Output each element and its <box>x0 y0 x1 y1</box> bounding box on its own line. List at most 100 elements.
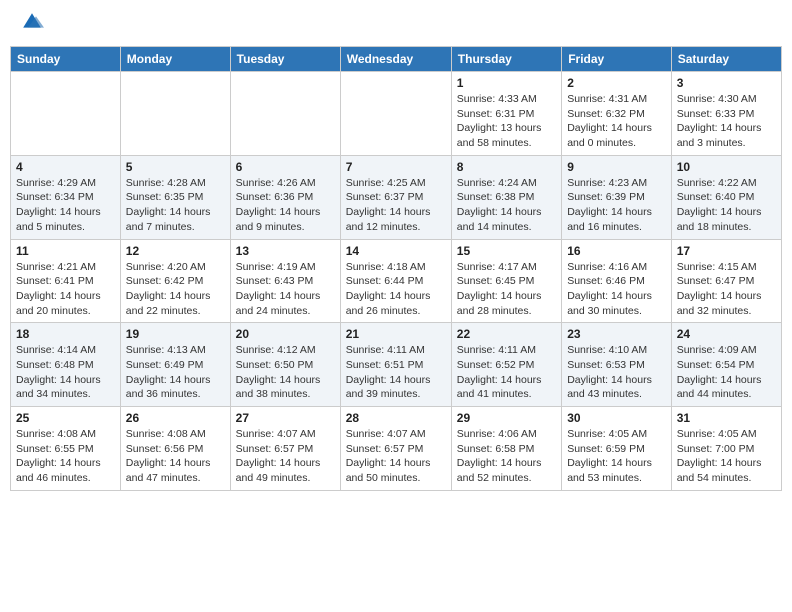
day-info: Sunrise: 4:20 AM Sunset: 6:42 PM Dayligh… <box>126 260 225 319</box>
calendar-cell: 31 Sunrise: 4:05 AM Sunset: 7:00 PM Dayli… <box>671 407 781 491</box>
calendar-cell: 3 Sunrise: 4:30 AM Sunset: 6:33 PM Daylig… <box>671 72 781 156</box>
day-number: 11 <box>16 244 115 258</box>
day-info: Sunrise: 4:07 AM Sunset: 6:57 PM Dayligh… <box>236 427 335 486</box>
calendar-cell: 2 Sunrise: 4:31 AM Sunset: 6:32 PM Daylig… <box>562 72 672 156</box>
day-number: 29 <box>457 411 556 425</box>
day-info: Sunrise: 4:31 AM Sunset: 6:32 PM Dayligh… <box>567 92 666 151</box>
day-number: 10 <box>677 160 776 174</box>
calendar-cell: 4 Sunrise: 4:29 AM Sunset: 6:34 PM Daylig… <box>11 155 121 239</box>
day-info: Sunrise: 4:08 AM Sunset: 6:55 PM Dayligh… <box>16 427 115 486</box>
logo <box>18 14 44 34</box>
calendar-cell: 27 Sunrise: 4:07 AM Sunset: 6:57 PM Dayli… <box>230 407 340 491</box>
calendar-cell: 8 Sunrise: 4:24 AM Sunset: 6:38 PM Daylig… <box>451 155 561 239</box>
weekday-header-cell: Saturday <box>671 47 781 72</box>
calendar-week-row: 1Sunrise: 4:33 AM Sunset: 6:31 PM Daylig… <box>11 72 782 156</box>
day-number: 5 <box>126 160 225 174</box>
calendar-cell: 5Sunrise: 4:28 AM Sunset: 6:35 PM Daylig… <box>120 155 230 239</box>
day-number: 20 <box>236 327 335 341</box>
calendar-week-row: 25 Sunrise: 4:08 AM Sunset: 6:55 PM Dayli… <box>11 407 782 491</box>
day-info: Sunrise: 4:13 AM Sunset: 6:49 PM Dayligh… <box>126 343 225 402</box>
calendar-cell: 18 Sunrise: 4:14 AM Sunset: 6:48 PM Dayli… <box>11 323 121 407</box>
day-info: Sunrise: 4:15 AM Sunset: 6:47 PM Dayligh… <box>677 260 776 319</box>
day-number: 21 <box>346 327 446 341</box>
day-number: 4 <box>16 160 115 174</box>
calendar-cell: 20 Sunrise: 4:12 AM Sunset: 6:50 PM Dayli… <box>230 323 340 407</box>
calendar-cell <box>11 72 121 156</box>
calendar-cell: 13 Sunrise: 4:19 AM Sunset: 6:43 PM Dayli… <box>230 239 340 323</box>
day-info: Sunrise: 4:23 AM Sunset: 6:39 PM Dayligh… <box>567 176 666 235</box>
day-number: 14 <box>346 244 446 258</box>
day-info: Sunrise: 4:19 AM Sunset: 6:43 PM Dayligh… <box>236 260 335 319</box>
day-info: Sunrise: 4:09 AM Sunset: 6:54 PM Dayligh… <box>677 343 776 402</box>
day-number: 18 <box>16 327 115 341</box>
day-info: Sunrise: 4:24 AM Sunset: 6:38 PM Dayligh… <box>457 176 556 235</box>
day-number: 12 <box>126 244 225 258</box>
calendar-cell <box>120 72 230 156</box>
day-info: Sunrise: 4:12 AM Sunset: 6:50 PM Dayligh… <box>236 343 335 402</box>
calendar-cell: 24 Sunrise: 4:09 AM Sunset: 6:54 PM Dayli… <box>671 323 781 407</box>
calendar-cell: 14Sunrise: 4:18 AM Sunset: 6:44 PM Dayli… <box>340 239 451 323</box>
calendar-cell: 19 Sunrise: 4:13 AM Sunset: 6:49 PM Dayli… <box>120 323 230 407</box>
weekday-header-cell: Monday <box>120 47 230 72</box>
day-info: Sunrise: 4:06 AM Sunset: 6:58 PM Dayligh… <box>457 427 556 486</box>
calendar-cell <box>230 72 340 156</box>
calendar-cell: 30 Sunrise: 4:05 AM Sunset: 6:59 PM Dayli… <box>562 407 672 491</box>
day-info: Sunrise: 4:14 AM Sunset: 6:48 PM Dayligh… <box>16 343 115 402</box>
day-info: Sunrise: 4:17 AM Sunset: 6:45 PM Dayligh… <box>457 260 556 319</box>
calendar-cell: 25 Sunrise: 4:08 AM Sunset: 6:55 PM Dayli… <box>11 407 121 491</box>
day-number: 2 <box>567 76 666 90</box>
calendar-table: SundayMondayTuesdayWednesdayThursdayFrid… <box>10 46 782 491</box>
day-number: 27 <box>236 411 335 425</box>
day-number: 24 <box>677 327 776 341</box>
day-info: Sunrise: 4:26 AM Sunset: 6:36 PM Dayligh… <box>236 176 335 235</box>
day-number: 17 <box>677 244 776 258</box>
day-number: 9 <box>567 160 666 174</box>
day-number: 30 <box>567 411 666 425</box>
day-info: Sunrise: 4:16 AM Sunset: 6:46 PM Dayligh… <box>567 260 666 319</box>
calendar-cell: 7 Sunrise: 4:25 AM Sunset: 6:37 PM Daylig… <box>340 155 451 239</box>
day-number: 3 <box>677 76 776 90</box>
day-number: 6 <box>236 160 335 174</box>
day-number: 23 <box>567 327 666 341</box>
day-number: 7 <box>346 160 446 174</box>
calendar-cell: 12 Sunrise: 4:20 AM Sunset: 6:42 PM Dayli… <box>120 239 230 323</box>
calendar-cell: 21Sunrise: 4:11 AM Sunset: 6:51 PM Dayli… <box>340 323 451 407</box>
day-info: Sunrise: 4:11 AM Sunset: 6:52 PM Dayligh… <box>457 343 556 402</box>
day-number: 1 <box>457 76 556 90</box>
calendar-cell: 28 Sunrise: 4:07 AM Sunset: 6:57 PM Dayli… <box>340 407 451 491</box>
weekday-header-cell: Friday <box>562 47 672 72</box>
calendar-week-row: 4 Sunrise: 4:29 AM Sunset: 6:34 PM Daylig… <box>11 155 782 239</box>
weekday-header-row: SundayMondayTuesdayWednesdayThursdayFrid… <box>11 47 782 72</box>
calendar-week-row: 18 Sunrise: 4:14 AM Sunset: 6:48 PM Dayli… <box>11 323 782 407</box>
calendar-cell: 9 Sunrise: 4:23 AM Sunset: 6:39 PM Daylig… <box>562 155 672 239</box>
day-number: 31 <box>677 411 776 425</box>
day-info: Sunrise: 4:05 AM Sunset: 7:00 PM Dayligh… <box>677 427 776 486</box>
day-info: Sunrise: 4:22 AM Sunset: 6:40 PM Dayligh… <box>677 176 776 235</box>
day-info: Sunrise: 4:05 AM Sunset: 6:59 PM Dayligh… <box>567 427 666 486</box>
weekday-header-cell: Thursday <box>451 47 561 72</box>
calendar-cell <box>340 72 451 156</box>
day-number: 13 <box>236 244 335 258</box>
calendar-cell: 22 Sunrise: 4:11 AM Sunset: 6:52 PM Dayli… <box>451 323 561 407</box>
day-info: Sunrise: 4:21 AM Sunset: 6:41 PM Dayligh… <box>16 260 115 319</box>
calendar-cell: 16 Sunrise: 4:16 AM Sunset: 6:46 PM Dayli… <box>562 239 672 323</box>
day-number: 8 <box>457 160 556 174</box>
calendar-cell: 23Sunrise: 4:10 AM Sunset: 6:53 PM Dayli… <box>562 323 672 407</box>
day-number: 19 <box>126 327 225 341</box>
calendar-cell: 6 Sunrise: 4:26 AM Sunset: 6:36 PM Daylig… <box>230 155 340 239</box>
day-info: Sunrise: 4:07 AM Sunset: 6:57 PM Dayligh… <box>346 427 446 486</box>
calendar-week-row: 11 Sunrise: 4:21 AM Sunset: 6:41 PM Dayli… <box>11 239 782 323</box>
calendar-cell: 17 Sunrise: 4:15 AM Sunset: 6:47 PM Dayli… <box>671 239 781 323</box>
page-header <box>10 10 782 38</box>
day-number: 15 <box>457 244 556 258</box>
day-info: Sunrise: 4:30 AM Sunset: 6:33 PM Dayligh… <box>677 92 776 151</box>
day-number: 22 <box>457 327 556 341</box>
day-info: Sunrise: 4:25 AM Sunset: 6:37 PM Dayligh… <box>346 176 446 235</box>
day-info: Sunrise: 4:29 AM Sunset: 6:34 PM Dayligh… <box>16 176 115 235</box>
day-info: Sunrise: 4:08 AM Sunset: 6:56 PM Dayligh… <box>126 427 225 486</box>
day-number: 16 <box>567 244 666 258</box>
day-number: 28 <box>346 411 446 425</box>
day-number: 25 <box>16 411 115 425</box>
calendar-cell: 1Sunrise: 4:33 AM Sunset: 6:31 PM Daylig… <box>451 72 561 156</box>
weekday-header-cell: Wednesday <box>340 47 451 72</box>
